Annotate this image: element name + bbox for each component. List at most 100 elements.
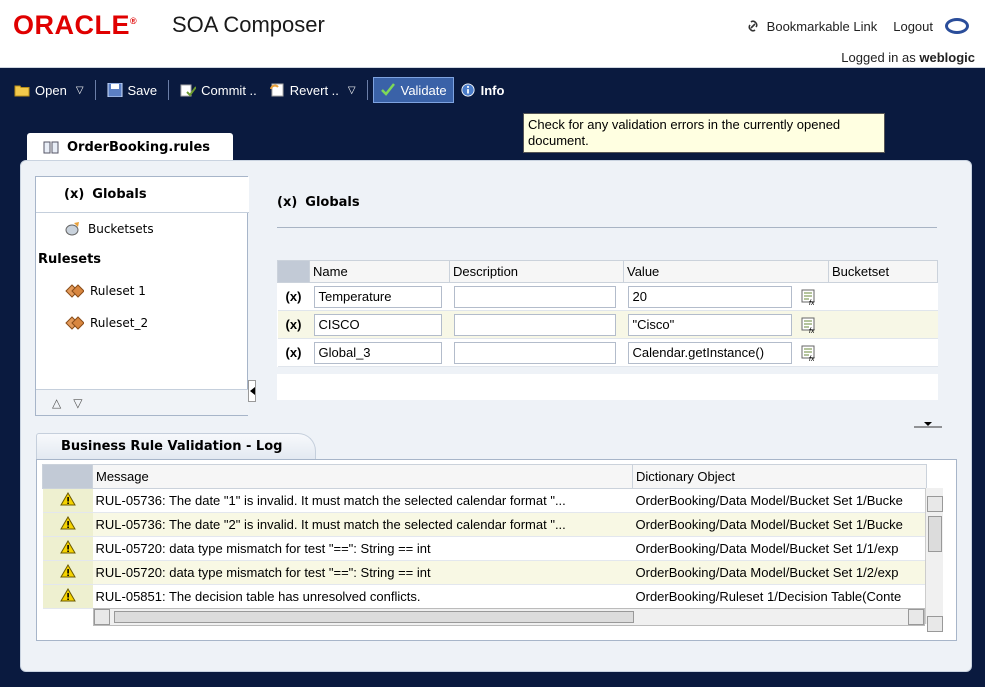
revert-button[interactable]: Revert .. ▽ bbox=[263, 77, 362, 103]
table-header-row: Name Description Value Bucketset bbox=[277, 260, 938, 283]
column-header[interactable]: Value bbox=[623, 260, 829, 283]
column-header[interactable]: Message bbox=[92, 464, 633, 489]
validate-button[interactable]: Validate bbox=[372, 77, 454, 103]
info-button[interactable]: Info bbox=[454, 77, 511, 103]
warning-icon bbox=[59, 564, 76, 578]
book-icon bbox=[43, 141, 59, 154]
scroll-thumb[interactable] bbox=[928, 516, 942, 552]
table-header-row: Message Dictionary Object bbox=[42, 464, 927, 489]
open-button[interactable]: Open ▽ bbox=[8, 77, 90, 103]
svg-text:fx: fx bbox=[809, 356, 815, 361]
log-message: RUL-05851: The decision table has unreso… bbox=[92, 584, 633, 609]
row-header-corner bbox=[277, 260, 310, 283]
bucketset-cell[interactable] bbox=[828, 338, 938, 367]
bucketset-cell[interactable] bbox=[828, 282, 938, 311]
table-row[interactable]: RUL-05720: data type mismatch for test "… bbox=[42, 560, 927, 585]
warning-icon bbox=[59, 540, 76, 554]
table-row[interactable]: RUL-05736: The date "2" is invalid. It m… bbox=[42, 512, 927, 537]
warning-icon bbox=[59, 492, 76, 506]
vertical-scrollbar[interactable] bbox=[925, 488, 943, 632]
log-object: OrderBooking/Data Model/Bucket Set 1/1/e… bbox=[632, 536, 927, 561]
globals-title: (x) Globals bbox=[277, 195, 360, 210]
revert-icon bbox=[269, 83, 284, 97]
horizontal-scrollbar[interactable] bbox=[93, 608, 925, 626]
oracle-logo: ORACLE® bbox=[13, 10, 138, 40]
value-input[interactable]: "Cisco" bbox=[627, 313, 792, 336]
scroll-thumb[interactable] bbox=[114, 611, 634, 623]
column-header[interactable]: Bucketset bbox=[828, 260, 938, 283]
panel-splitter-icon[interactable] bbox=[912, 419, 944, 429]
validation-log-table: Message Dictionary Object RUL-05736: The… bbox=[42, 464, 927, 609]
log-message: RUL-05720: data type mismatch for test "… bbox=[92, 536, 633, 561]
table-row[interactable]: RUL-05736: The date "1" is invalid. It m… bbox=[42, 488, 927, 513]
logout-link[interactable]: Logout bbox=[893, 19, 933, 34]
save-button[interactable]: Save bbox=[101, 77, 164, 103]
scroll-left-icon[interactable] bbox=[94, 609, 110, 625]
nav-sort-controls: △ ▽ bbox=[36, 389, 249, 415]
expression-builder-icon[interactable]: fx bbox=[801, 317, 817, 333]
expression-builder-icon[interactable]: fx bbox=[801, 345, 817, 361]
folder-icon bbox=[14, 85, 30, 97]
nav-item-ruleset-1[interactable]: Ruleset 1 bbox=[64, 283, 146, 299]
scroll-down-icon[interactable] bbox=[927, 616, 943, 632]
header-links: Bookmarkable Link Logout bbox=[745, 18, 969, 34]
name-input[interactable]: CISCO bbox=[313, 313, 442, 336]
nav-item-bucketsets[interactable]: Bucketsets bbox=[64, 221, 154, 237]
toolbar-separator bbox=[94, 80, 96, 100]
row-header-corner bbox=[42, 464, 93, 489]
log-message: RUL-05736: The date "1" is invalid. It m… bbox=[92, 488, 633, 513]
app-header: ORACLE® SOA Composer Bookmarkable Link L… bbox=[0, 0, 985, 68]
scroll-right-icon[interactable] bbox=[908, 609, 924, 625]
left-navigator: (x) Globals Bucketsets Rulesets Ruleset … bbox=[35, 176, 249, 416]
variable-icon: (x) bbox=[277, 310, 310, 339]
table-row[interactable]: RUL-05851: The decision table has unreso… bbox=[42, 584, 927, 609]
column-header[interactable]: Dictionary Object bbox=[632, 464, 927, 489]
move-up-icon[interactable]: △ bbox=[52, 396, 61, 410]
log-object: OrderBooking/Data Model/Bucket Set 1/Buc… bbox=[632, 488, 927, 513]
validation-log-tab[interactable]: Business Rule Validation - Log bbox=[36, 433, 316, 459]
table-row: (x) Global_3 Calendar.getInstance() fx bbox=[277, 338, 938, 367]
ruleset-icon bbox=[65, 284, 84, 298]
table-row[interactable]: RUL-05720: data type mismatch for test "… bbox=[42, 536, 927, 561]
svg-text:fx: fx bbox=[809, 328, 815, 333]
table-row: (x) CISCO "Cisco" fx bbox=[277, 310, 938, 339]
description-input[interactable] bbox=[453, 341, 616, 364]
toolbar-separator bbox=[168, 80, 170, 100]
chevron-down-icon[interactable]: ▽ bbox=[348, 85, 356, 96]
document-tab[interactable]: OrderBooking.rules bbox=[27, 133, 233, 161]
warning-icon bbox=[59, 588, 76, 602]
toolbar-separator bbox=[366, 80, 368, 100]
bookmarkable-link[interactable]: Bookmarkable Link bbox=[767, 19, 878, 34]
value-input[interactable]: Calendar.getInstance() bbox=[627, 341, 792, 364]
expression-builder-icon[interactable]: fx bbox=[801, 289, 817, 305]
column-header[interactable]: Name bbox=[309, 260, 450, 283]
name-input[interactable]: Temperature bbox=[313, 285, 442, 308]
nav-item-globals[interactable]: (x) Globals bbox=[36, 177, 249, 213]
checkmark-icon bbox=[380, 83, 395, 96]
save-icon bbox=[107, 83, 123, 97]
oracle-o-icon bbox=[945, 18, 969, 34]
description-input[interactable] bbox=[453, 285, 616, 308]
nav-item-ruleset-2[interactable]: Ruleset_2 bbox=[64, 315, 148, 331]
move-down-icon[interactable]: ▽ bbox=[73, 396, 82, 410]
username: weblogic bbox=[919, 50, 975, 65]
description-input[interactable] bbox=[453, 313, 616, 336]
bucketset-cell[interactable] bbox=[828, 310, 938, 339]
table-empty-area bbox=[277, 374, 938, 400]
logged-in-status: Logged in as weblogic bbox=[841, 50, 975, 65]
name-input[interactable]: Global_3 bbox=[313, 341, 442, 364]
collapse-pane-handle[interactable] bbox=[248, 380, 256, 402]
scroll-up-icon[interactable] bbox=[927, 496, 943, 512]
log-object: OrderBooking/Ruleset 1/Decision Table(Co… bbox=[632, 584, 927, 609]
commit-button[interactable]: Commit .. bbox=[174, 77, 263, 103]
value-input[interactable]: 20 bbox=[627, 285, 792, 308]
chevron-down-icon[interactable]: ▽ bbox=[76, 85, 84, 96]
main-toolbar: Open ▽ Save Commit .. Revert .. ▽ Valida… bbox=[8, 75, 510, 105]
column-header[interactable]: Description bbox=[449, 260, 624, 283]
log-message: RUL-05720: data type mismatch for test "… bbox=[92, 560, 633, 585]
variable-icon: (x) bbox=[277, 282, 310, 311]
bucketset-icon bbox=[65, 222, 79, 236]
log-message: RUL-05736: The date "2" is invalid. It m… bbox=[92, 512, 633, 537]
warning-icon bbox=[59, 516, 76, 530]
link-icon bbox=[748, 20, 758, 32]
